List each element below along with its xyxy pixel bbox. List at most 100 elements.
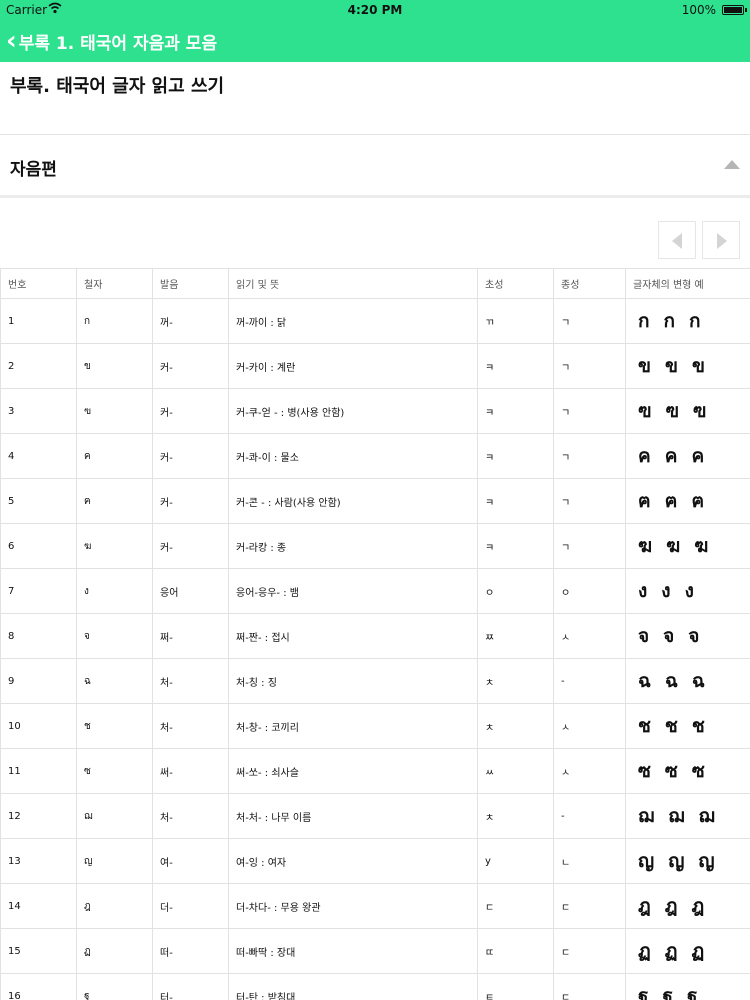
cell-letter: ข — [76, 343, 153, 389]
cell-initial: ㅆ — [477, 748, 554, 794]
cell-sound: 더- — [152, 883, 229, 929]
cell-sound: 떠- — [152, 928, 229, 974]
cell-final: ㄱ — [553, 388, 626, 434]
cell-number: 16 — [0, 973, 77, 1000]
cell-variants: จจจ — [625, 613, 750, 659]
variant-glyph: ช — [638, 715, 651, 737]
previous-page-button[interactable] — [658, 221, 696, 259]
variant-glyph: ฅ — [664, 490, 678, 512]
cell-letter: ฐ — [76, 973, 153, 1000]
back-button-label: 부록 1. 태국어 자음과 모음 — [18, 33, 218, 54]
cell-final: ㄱ — [553, 343, 626, 389]
variant-glyph: ญ — [668, 850, 685, 872]
variant-glyph: ก — [689, 310, 701, 332]
cell-variants: งงง — [625, 568, 750, 614]
variant-glyph: ฐ — [638, 985, 649, 1000]
cell-letter: ค — [76, 433, 153, 479]
cell-variants: ฆฆฆ — [625, 523, 750, 569]
table-row: 16 ฐ 터- 터-탄 : 받침대 ㅌㄷฐฐฐ — [0, 973, 750, 1000]
table-row: 8 จ 쩌- 쩌-짠- : 접시 ㅉㅅจจจ — [0, 613, 750, 659]
variant-glyph: ฐ — [662, 985, 673, 1000]
cell-final: ㄱ — [553, 478, 626, 524]
cell-number: 9 — [0, 658, 77, 704]
cell-sound: 처- — [152, 658, 229, 704]
variant-glyph: ก — [638, 310, 650, 332]
variant-glyph: ฏ — [664, 940, 678, 962]
cell-letter: ช — [76, 703, 153, 749]
cell-variants: ซซซ — [625, 748, 750, 794]
variant-glyph: ฆ — [694, 535, 709, 557]
variant-glyph: ฃ — [692, 400, 707, 422]
table-row: 15 ฏ 떠- 떠-빠딱 : 장대 ㄸㄷฏฏฏ — [0, 928, 750, 974]
collapse-triangle-icon[interactable] — [724, 160, 740, 169]
variant-glyph: ก — [663, 310, 676, 332]
cell-initial: ㅋ — [477, 343, 554, 389]
cell-number: 8 — [0, 613, 77, 659]
cell-reading: 더-차다- : 무용 왕관 — [228, 883, 478, 929]
variant-glyph: ฆ — [638, 535, 653, 557]
cell-reading: 처-처- : 나무 이름 — [228, 793, 478, 839]
chevron-left-icon: ‹ — [6, 26, 17, 56]
cell-variants: ฉฉฉ — [625, 658, 750, 704]
cell-variants: ฏฏฏ — [625, 928, 750, 974]
variant-glyph: ฌ — [668, 805, 685, 827]
cell-reading: 커-카이 : 계란 — [228, 343, 478, 389]
cell-sound: 꺼- — [152, 298, 229, 344]
variant-glyph: จ — [688, 625, 700, 647]
variant-glyph: ฎ — [638, 895, 651, 917]
table-row: 3 ฃ 커- 커-쿠-얻 - : 병(사용 안함) ㅋㄱฃฃฃ — [0, 388, 750, 434]
back-button[interactable]: ‹ 부록 1. 태국어 자음과 모음 — [6, 20, 217, 62]
cell-number: 3 — [0, 388, 77, 434]
cell-sound: 커- — [152, 478, 229, 524]
table-row: 7 ง 응어 응어-응우- : 뱀ㅇㅇงงง — [0, 568, 750, 614]
variant-glyph: ซ — [664, 760, 678, 782]
table-header-row: 번호 철자 발음 읽기 및 뜻 초성 종성 글자체의 변형 예 — [0, 268, 750, 299]
column-header-sound: 발음 — [152, 268, 229, 299]
consonant-table-container: 번호 철자 발음 읽기 및 뜻 초성 종성 글자체의 변형 예 1 ก 꺼- 꺼-까이… — [0, 268, 750, 1000]
cell-sound: 커- — [152, 523, 229, 569]
table-row: 5 ฅ 커- 커-콘 - : 사람(사용 안함) ㅋㄱฅฅฅ — [0, 478, 750, 524]
cell-initial: ㅋ — [477, 433, 554, 479]
battery-icon — [722, 5, 747, 15]
cell-letter: ฅ — [76, 478, 153, 524]
section-title: 자음편 — [10, 160, 57, 180]
cell-final: ㄱ — [553, 298, 626, 344]
table-body: 1 ก 꺼- 꺼-까이 : 닭 ㄲㄱกกก 2 ข 커- 커-카이 : 계란 ㅋㄱขขข 3 ฃ 커- 커… — [0, 298, 750, 1000]
cell-letter: ฌ — [76, 793, 153, 839]
clock: 4:20 PM — [347, 3, 403, 17]
variant-glyph: จ — [638, 625, 650, 647]
cell-letter: ฆ — [76, 523, 153, 569]
cell-variants: ฃฃฃ — [625, 388, 750, 434]
variant-glyph: ฅ — [691, 490, 705, 512]
column-header-number: 번호 — [0, 268, 77, 299]
section-header-consonants[interactable]: 자음편 — [0, 135, 750, 195]
variant-glyph: ซ — [638, 760, 651, 782]
next-page-button[interactable] — [702, 221, 740, 259]
cell-initial: y — [477, 838, 554, 884]
variant-glyph: ค — [638, 445, 651, 467]
cell-final: ㅅ — [553, 748, 626, 794]
cell-number: 13 — [0, 838, 77, 884]
cell-sound: 응어 — [152, 568, 229, 614]
cell-sound: 커- — [152, 433, 229, 479]
cell-final: ㅅ — [553, 613, 626, 659]
cell-sound: 커- — [152, 343, 229, 389]
cell-number: 4 — [0, 433, 77, 479]
variant-glyph: ญ — [698, 850, 715, 872]
divider — [0, 195, 750, 198]
consonant-table: 번호 철자 발음 읽기 및 뜻 초성 종성 글자체의 변형 예 1 ก 꺼- 꺼-까이… — [0, 268, 750, 1000]
cell-initial: ㄷ — [477, 883, 554, 929]
cell-initial: ㄸ — [477, 928, 554, 974]
variant-glyph: ฆ — [666, 535, 681, 557]
cell-sound: 쩌- — [152, 613, 229, 659]
page-title: 부록. 태국어 글자 읽고 쓰기 — [10, 76, 225, 97]
column-header-letter: 철자 — [76, 268, 153, 299]
cell-number: 10 — [0, 703, 77, 749]
arrow-right-icon — [717, 233, 727, 249]
table-row: 1 ก 꺼- 꺼-까이 : 닭ㄲㄱกกก — [0, 298, 750, 344]
cell-final: - — [553, 658, 626, 704]
variant-glyph: ช — [664, 715, 678, 737]
table-row: 12 ฌ 처- 처-처- : 나무 이름 ㅊ - ฌฌฌ — [0, 793, 750, 839]
cell-final: ㅇ — [553, 568, 626, 614]
cell-variants: กกก — [625, 298, 750, 344]
